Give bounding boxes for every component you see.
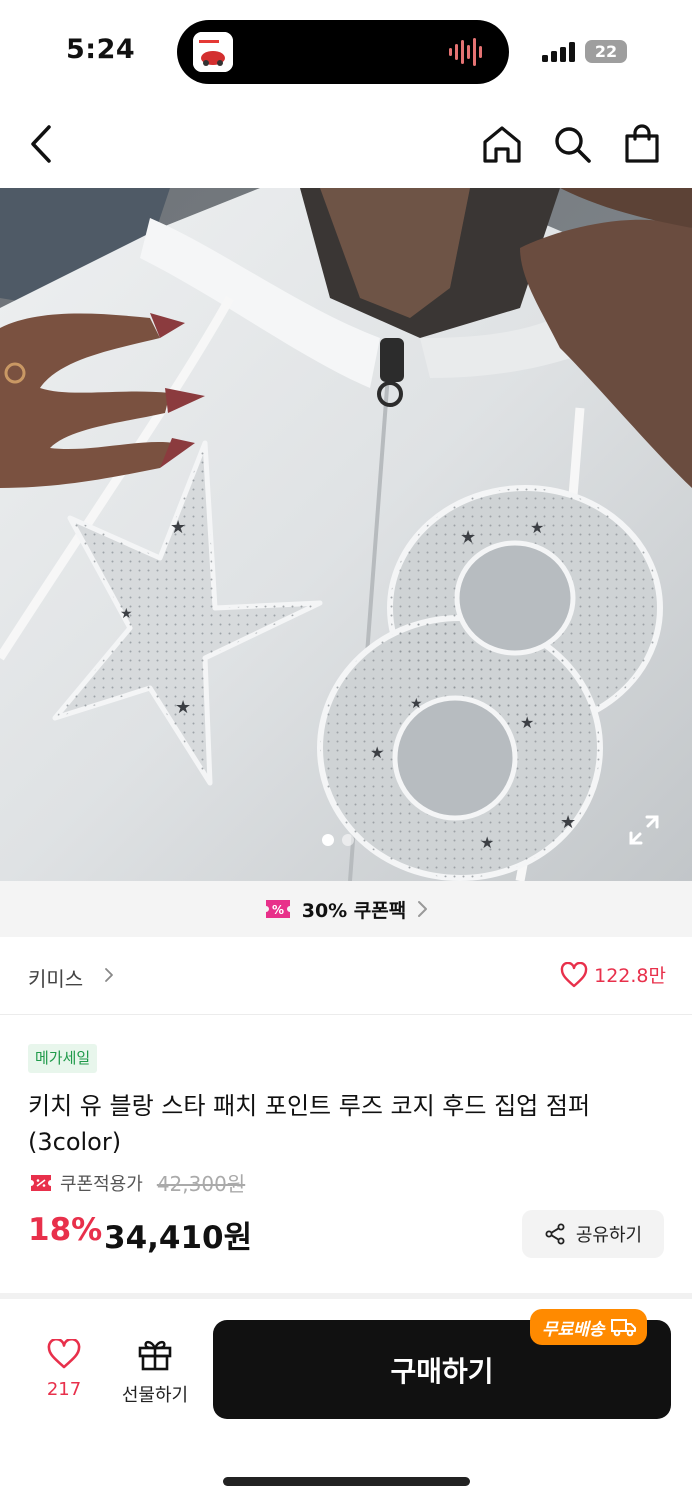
svg-text:★: ★: [530, 518, 544, 537]
expand-button[interactable]: [628, 814, 660, 846]
svg-text:★: ★: [560, 812, 576, 833]
pagination-dot[interactable]: [342, 834, 354, 846]
svg-text:%: %: [272, 903, 284, 917]
chevron-right-icon[interactable]: [104, 967, 114, 983]
svg-text:★: ★: [175, 697, 191, 718]
wishlist-count: 217: [46, 1379, 82, 1400]
search-icon: [555, 127, 591, 163]
gift-label: 선물하기: [121, 1385, 189, 1406]
gift-button[interactable]: 선물하기: [112, 1337, 198, 1409]
svg-text:★: ★: [410, 696, 423, 712]
discount-rate: 18%: [28, 1212, 103, 1248]
top-nav-bar: [0, 100, 692, 188]
svg-text:★: ★: [480, 833, 494, 852]
sale-price: 34,410원: [104, 1220, 253, 1256]
coupon-icon: [31, 1174, 51, 1191]
heart-outline-icon: [47, 1337, 81, 1369]
free-shipping-label: 무료배송: [542, 1319, 605, 1340]
pagination-dot-active[interactable]: [322, 834, 334, 846]
gift-icon: [138, 1340, 172, 1371]
wishlist-button[interactable]: 217: [28, 1337, 100, 1409]
heart-outline-icon: [560, 961, 588, 987]
coupon-icon: %: [265, 900, 290, 918]
product-photo: ★ ★ ★ ★ ★ ★ ★ ★ ★ ★: [0, 188, 692, 881]
home-icon: [483, 126, 521, 163]
coupon-pack-banner[interactable]: % 30% 쿠폰팩: [0, 881, 692, 937]
shopping-bag-icon: [625, 124, 659, 163]
gallery-pagination: [322, 834, 354, 846]
free-shipping-badge: 무료배송: [530, 1309, 647, 1345]
expand-icon: [629, 815, 659, 845]
brand-row: 키미스 122.8만: [0, 937, 692, 1015]
svg-text:★: ★: [370, 743, 384, 762]
search-button[interactable]: [550, 122, 594, 166]
home-button[interactable]: [480, 122, 524, 166]
back-button[interactable]: [20, 122, 64, 166]
brand-like-count: 122.8만: [594, 965, 666, 987]
audio-wave-icon: [449, 38, 487, 66]
brand-name-link[interactable]: 키미스: [28, 963, 83, 992]
buy-label: 구매하기: [390, 1354, 494, 1388]
back-icon: [31, 125, 51, 163]
original-price: 42,300원: [156, 1172, 246, 1196]
status-bar: 5:24 22: [0, 0, 692, 100]
bottom-purchase-bar: 217 선물하기 구매하기 무료배송: [0, 1299, 692, 1500]
svg-text:★: ★: [460, 527, 476, 548]
svg-text:★: ★: [170, 517, 186, 538]
share-icon: [545, 1223, 565, 1245]
product-image-gallery[interactable]: ★ ★ ★ ★ ★ ★ ★ ★ ★ ★: [0, 188, 692, 881]
chevron-right-icon: [418, 901, 428, 917]
svg-text:★: ★: [520, 713, 534, 732]
app-icon: [193, 32, 233, 72]
home-indicator[interactable]: [223, 1477, 470, 1486]
truck-icon: [610, 1319, 636, 1337]
share-button[interactable]: 공유하기: [522, 1210, 664, 1258]
coupon-price-label: 쿠폰적용가: [60, 1173, 143, 1195]
share-label: 공유하기: [575, 1225, 643, 1246]
signal-icon: [542, 42, 578, 62]
status-time: 5:24: [66, 34, 136, 65]
coupon-pack-label: 30% 쿠폰팩: [301, 899, 407, 922]
svg-text:★: ★: [120, 606, 133, 622]
product-title: 키치 유 블랑 스타 패치 포인트 루즈 코지 후드 집업 점퍼 (3color…: [28, 1092, 591, 1156]
cart-button[interactable]: [620, 122, 664, 166]
coupon-price-row: 쿠폰적용가 42,300원: [30, 1168, 245, 1197]
brand-like-button[interactable]: 122.8만: [560, 961, 666, 988]
mega-sale-badge: 메가세일: [28, 1044, 98, 1073]
dynamic-island[interactable]: [177, 20, 509, 84]
battery-icon: 22: [585, 40, 627, 63]
